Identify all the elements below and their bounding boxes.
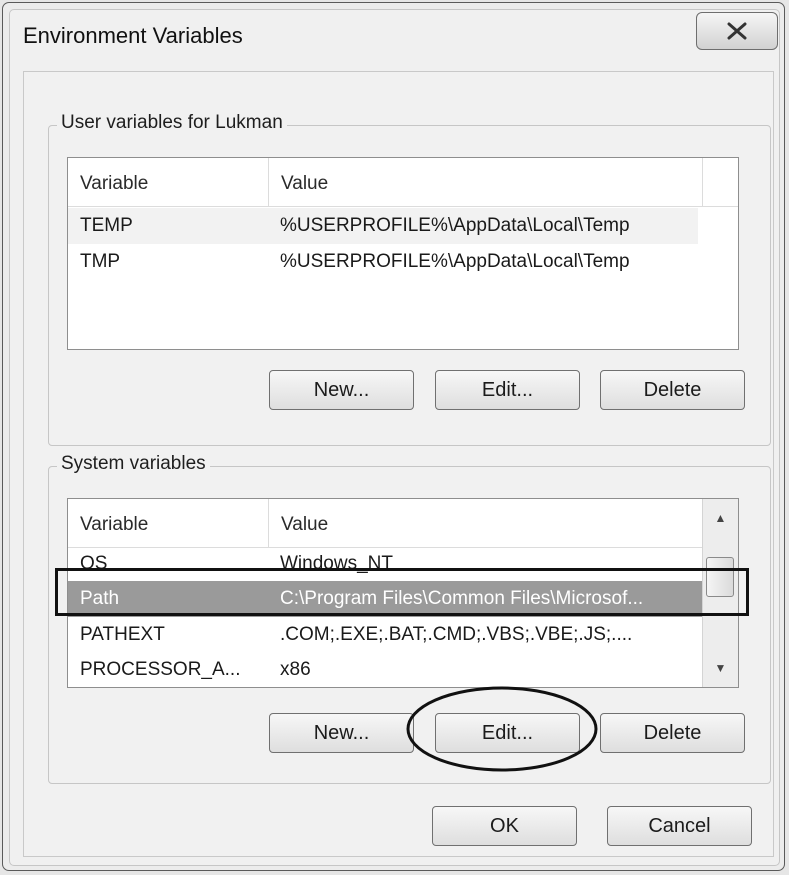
scroll-down-arrow-icon[interactable]: ▼ bbox=[703, 653, 738, 683]
list-item-selected[interactable]: Path C:\Program Files\Common Files\Micro… bbox=[68, 581, 704, 617]
variable-value: C:\Program Files\Common Files\Microsof..… bbox=[280, 588, 644, 609]
column-header-variable[interactable]: Variable bbox=[68, 158, 269, 206]
cancel-button[interactable]: Cancel bbox=[607, 806, 752, 846]
user-variables-group: User variables for Lukman Variable Value… bbox=[48, 112, 771, 446]
variable-value: %USERPROFILE%\AppData\Local\Temp bbox=[280, 251, 630, 272]
list-item[interactable]: PATHEXT .COM;.EXE;.BAT;.CMD;.VBS;.VBE;.J… bbox=[68, 617, 704, 653]
column-header-value[interactable]: Value bbox=[269, 158, 703, 206]
dialog-title: Environment Variables bbox=[23, 23, 243, 48]
variable-name: TEMP bbox=[80, 215, 133, 236]
variable-value: .COM;.EXE;.BAT;.CMD;.VBS;.VBE;.JS;.... bbox=[280, 624, 633, 645]
system-new-button[interactable]: New... bbox=[269, 713, 414, 753]
user-variables-label: User variables for Lukman bbox=[57, 112, 287, 134]
system-edit-button[interactable]: Edit... bbox=[435, 713, 580, 753]
close-icon bbox=[727, 22, 747, 40]
system-variables-group: System variables Variable Value OS Windo… bbox=[48, 453, 771, 784]
list-item[interactable]: PROCESSOR_A... x86 bbox=[68, 652, 704, 687]
system-variables-list[interactable]: Variable Value OS Windows_NT Path C:\Pro… bbox=[67, 498, 739, 688]
variable-name: TMP bbox=[80, 251, 121, 272]
list-item[interactable]: OS Windows_NT bbox=[68, 549, 704, 581]
user-variables-list[interactable]: Variable Value TEMP %USERPROFILE%\AppDat… bbox=[67, 157, 739, 350]
variable-name: PROCESSOR_A... bbox=[80, 659, 241, 680]
scroll-up-arrow-icon[interactable]: ▲ bbox=[703, 503, 738, 533]
column-header-value[interactable]: Value bbox=[269, 499, 704, 547]
variable-value: x86 bbox=[280, 659, 311, 680]
variable-name: Path bbox=[80, 588, 120, 609]
variable-value: %USERPROFILE%\AppData\Local\Temp bbox=[280, 215, 630, 236]
dialog-client-area: User variables for Lukman Variable Value… bbox=[23, 71, 774, 857]
system-list-header: Variable Value bbox=[68, 499, 738, 548]
system-delete-button[interactable]: Delete bbox=[600, 713, 745, 753]
scrollbar-thumb[interactable] bbox=[706, 557, 734, 597]
variable-value: Windows_NT bbox=[280, 553, 393, 574]
vertical-scrollbar[interactable]: ▲ ▼ bbox=[702, 499, 738, 687]
ok-button[interactable]: OK bbox=[432, 806, 577, 846]
close-button[interactable] bbox=[696, 12, 778, 50]
user-delete-button[interactable]: Delete bbox=[600, 370, 745, 410]
variable-name: PATHEXT bbox=[80, 624, 165, 645]
list-item[interactable]: TMP %USERPROFILE%\AppData\Local\Temp bbox=[68, 244, 698, 280]
system-variables-label: System variables bbox=[57, 453, 210, 475]
user-edit-button[interactable]: Edit... bbox=[435, 370, 580, 410]
column-header-variable[interactable]: Variable bbox=[68, 499, 269, 547]
list-item[interactable]: TEMP %USERPROFILE%\AppData\Local\Temp bbox=[68, 208, 698, 244]
variable-name: OS bbox=[80, 553, 108, 574]
environment-variables-dialog: Environment Variables User variables for… bbox=[2, 2, 785, 871]
user-new-button[interactable]: New... bbox=[269, 370, 414, 410]
user-list-header: Variable Value bbox=[68, 158, 738, 207]
